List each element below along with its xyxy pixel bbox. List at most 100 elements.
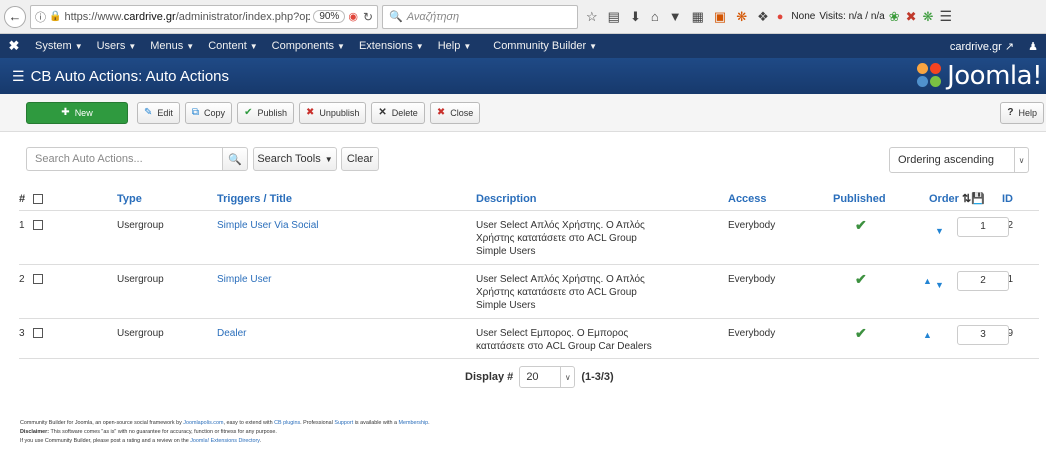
back-arrow-icon[interactable]: ← xyxy=(4,5,26,28)
row-title-link[interactable]: Dealer xyxy=(217,328,246,339)
support-link[interactable]: Support xyxy=(334,420,353,426)
new-button[interactable]: ✚ New xyxy=(26,101,128,124)
site-link[interactable]: cardrive.gr ↗ xyxy=(950,40,1014,53)
row-checkbox[interactable] xyxy=(33,273,43,284)
row-type: Usergroup xyxy=(117,318,217,359)
close-x-icon[interactable]: ✖ xyxy=(906,9,917,25)
screenshot-icon[interactable]: ▦ xyxy=(692,9,704,25)
edit-icon: ✎ xyxy=(144,107,153,118)
footer-line-2: Disclaimer: This software comes "as is" … xyxy=(20,429,277,435)
order-input[interactable]: 1 xyxy=(957,216,1009,237)
bookmark-star-icon[interactable]: ☆ xyxy=(586,9,598,25)
pocket-save-icon[interactable]: ▼ xyxy=(669,9,682,24)
save-order-icon[interactable]: 💾 xyxy=(971,193,985,205)
table-row: 3 Usergroup Dealer User Select Εμπορος. … xyxy=(19,318,1039,359)
menu-extensions[interactable]: Extensions ▼ xyxy=(352,40,431,52)
row-checkbox[interactable] xyxy=(33,219,43,230)
action-toolbar: ✚ New ✎ Edit ⧉ Copy ✔ Publish ✖ Unpublish ✕ D… xyxy=(0,94,1046,132)
download-icon[interactable]: ⬇ xyxy=(630,9,641,25)
move-down-icon[interactable]: ▼ xyxy=(935,279,944,292)
footer-line-1: Community Builder for Joomla, an open-so… xyxy=(20,420,430,426)
joomla-logo-icon[interactable]: ✖ xyxy=(0,38,28,54)
browser-toolbar: ← ⓘ 🔒 https://www.cardrive.gr/administra… xyxy=(0,0,1046,34)
menu-system[interactable]: System ▼ xyxy=(28,40,90,52)
lock-icon: 🔒 xyxy=(49,11,62,22)
header-access[interactable]: Access xyxy=(728,188,833,211)
edit-button[interactable]: ✎ Edit xyxy=(137,101,180,124)
search-auto-actions-input[interactable]: Search Auto Actions... xyxy=(26,147,222,171)
info-icon[interactable]: ⓘ xyxy=(35,9,46,25)
help-button[interactable]: ? Help xyxy=(1000,101,1044,124)
reload-icon[interactable]: ↻ xyxy=(363,10,373,24)
user-menu-icon[interactable]: ♟ xyxy=(1028,40,1038,53)
tools-icon[interactable]: ❋ xyxy=(923,9,934,25)
leaf-icon[interactable]: ❀ xyxy=(889,9,900,25)
page-header: ☰ CB Auto Actions: Auto Actions Joomla! xyxy=(0,58,1046,94)
table-row: 1 Usergroup Simple User Via Social User … xyxy=(19,210,1039,265)
search-tools-button[interactable]: Search Tools ▼ xyxy=(253,147,337,171)
row-title-link[interactable]: Simple User Via Social xyxy=(217,220,319,231)
auto-actions-table: # Type Triggers / Title Description Acce… xyxy=(19,188,1039,359)
row-title-link[interactable]: Simple User xyxy=(217,274,271,285)
copy-button[interactable]: ⧉ Copy xyxy=(184,101,233,124)
move-up-icon[interactable]: ▲ xyxy=(923,329,932,342)
display-label: Display # xyxy=(465,371,514,383)
delete-button[interactable]: ✕ Delete xyxy=(371,101,425,124)
header-order[interactable]: Order ⇅💾 xyxy=(917,188,1002,211)
puzzle-icon[interactable]: ❖ xyxy=(757,9,769,25)
zoom-level[interactable]: 90% xyxy=(313,10,346,23)
row-type: Usergroup xyxy=(117,210,217,265)
menu-content[interactable]: Content ▼ xyxy=(201,40,264,52)
cancel-circle-icon: ✖ xyxy=(305,107,315,118)
clear-button[interactable]: Clear xyxy=(341,147,379,171)
header-title[interactable]: Triggers / Title xyxy=(217,188,476,211)
publish-button[interactable]: ✔ Publish xyxy=(237,101,294,124)
row-number: 3 xyxy=(19,318,117,359)
search-button[interactable]: 🔍 xyxy=(222,147,248,171)
published-check-icon[interactable]: ✔ xyxy=(855,271,867,287)
row-checkbox[interactable] xyxy=(33,327,43,338)
header-type[interactable]: Type xyxy=(117,188,217,211)
menu-community-builder[interactable]: Community Builder ▼ xyxy=(486,40,604,52)
browser-search-input[interactable]: 🔍 Αναζήτηση xyxy=(382,4,578,29)
published-check-icon[interactable]: ✔ xyxy=(855,325,867,341)
header-id[interactable]: ID xyxy=(1002,188,1039,211)
published-check-icon[interactable]: ✔ xyxy=(855,217,867,233)
close-button[interactable]: ✖ Close xyxy=(429,101,481,124)
question-icon: ? xyxy=(1007,107,1014,118)
gear-addon-icon[interactable]: ❋ xyxy=(736,9,747,25)
visits-label: Visits: n/a / n/a xyxy=(819,11,885,22)
addon-icon[interactable]: ▣ xyxy=(714,9,726,25)
move-down-icon[interactable]: ▼ xyxy=(935,225,944,238)
row-description: User Select Απλός Χρήστης. Ο Απλός Χρήστη… xyxy=(476,264,728,319)
unpublish-button[interactable]: ✖ Unpublish xyxy=(298,101,367,124)
url-bar[interactable]: ⓘ 🔒 https://www.cardrive.gr/administrato… xyxy=(30,4,378,29)
membership-link[interactable]: Membership xyxy=(398,420,428,426)
list-icon: ☰ xyxy=(12,67,25,84)
order-input[interactable]: 3 xyxy=(957,324,1009,345)
menu-menus[interactable]: Menus ▼ xyxy=(143,40,201,52)
cb-plugins-link[interactable]: CB plugins xyxy=(274,420,300,426)
page-title: CB Auto Actions: Auto Actions xyxy=(30,67,230,85)
joomlapolis-link[interactable]: Joomlapolis.com xyxy=(183,420,223,426)
row-access: Everybody xyxy=(728,210,833,265)
menu-components[interactable]: Components ▼ xyxy=(265,40,352,52)
home-icon[interactable]: ⌂ xyxy=(651,9,659,24)
menu-help[interactable]: Help ▼ xyxy=(431,40,479,52)
hamburger-menu-icon[interactable]: ☰ xyxy=(939,8,952,25)
close-circle-icon: ✖ xyxy=(436,107,446,118)
jed-link[interactable]: Joomla! Extensions Directory xyxy=(190,438,259,444)
list-limit-select[interactable]: 20 ∨ xyxy=(519,366,576,388)
move-up-icon[interactable]: ▲ xyxy=(923,275,932,288)
joomla-brand-logo: Joomla! xyxy=(917,61,1042,91)
reading-list-icon[interactable]: ▤ xyxy=(608,9,620,25)
select-all-checkbox[interactable] xyxy=(33,193,44,204)
url-text[interactable]: https://www.cardrive.gr/administrator/in… xyxy=(64,11,310,23)
pocket-icon[interactable]: ◉ xyxy=(348,10,358,23)
menu-users[interactable]: Users ▼ xyxy=(90,40,144,52)
header-description[interactable]: Description xyxy=(476,188,728,211)
ordering-select[interactable]: Ordering ascending ∨ xyxy=(889,147,1029,173)
order-input[interactable]: 2 xyxy=(957,270,1009,291)
header-published[interactable]: Published xyxy=(833,188,917,211)
footer-line-3: If you use Community Builder, please pos… xyxy=(20,438,262,444)
